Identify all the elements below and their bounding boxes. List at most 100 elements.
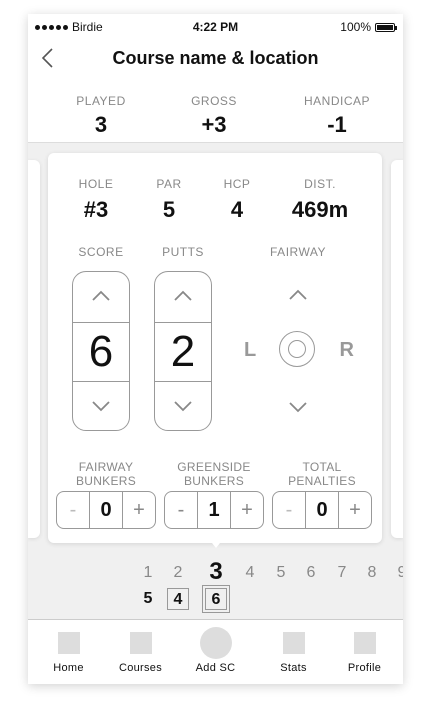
hole-score: 5 bbox=[143, 590, 153, 607]
putts-decrease-button[interactable] bbox=[155, 382, 211, 430]
hole-scores: 5 4 6 bbox=[28, 585, 403, 613]
hole-tab[interactable]: 1 bbox=[138, 564, 158, 582]
hcp-info: HCP 4 bbox=[214, 177, 260, 223]
chevron-down-icon bbox=[92, 401, 110, 412]
hole-tab[interactable]: 4 bbox=[240, 564, 260, 582]
label-line: TOTAL bbox=[302, 460, 342, 474]
previous-hole-card[interactable] bbox=[28, 160, 40, 538]
hole-score-double-bogey: 6 bbox=[202, 585, 230, 613]
hole-info: HOLE #3 bbox=[70, 177, 122, 223]
status-bar: Birdie 4:22 PM 100% bbox=[28, 14, 403, 38]
tab-profile[interactable]: Profile bbox=[327, 620, 402, 684]
tab-label: Profile bbox=[347, 662, 382, 674]
tab-courses[interactable]: Courses bbox=[103, 620, 178, 684]
fairway-short-button[interactable] bbox=[278, 387, 318, 427]
tab-add-scorecard[interactable]: Add SC bbox=[178, 620, 253, 684]
courses-icon bbox=[129, 632, 152, 654]
fairway-bunkers-label: FAIRWAY BUNKERS bbox=[56, 460, 156, 488]
score-label: SCORE bbox=[78, 245, 124, 259]
label-line: FAIRWAY bbox=[78, 460, 134, 474]
next-hole-card[interactable] bbox=[391, 160, 403, 538]
chevron-up-icon bbox=[92, 290, 110, 301]
tab-bar: Home Courses Add SC Stats Profile bbox=[28, 619, 403, 684]
chevron-down-icon bbox=[174, 401, 192, 412]
target-icon bbox=[288, 340, 306, 358]
hole-selector: 1 2 3 4 5 6 7 8 9 bbox=[28, 558, 403, 586]
score-stepper: 6 bbox=[72, 271, 130, 431]
home-icon bbox=[57, 632, 80, 654]
counter-value: 0 bbox=[316, 498, 328, 521]
putts-value: 2 bbox=[155, 322, 211, 382]
chevron-up-icon bbox=[174, 290, 192, 301]
fairway-left-button[interactable]: L bbox=[244, 339, 256, 362]
hole-tab[interactable]: 2 bbox=[168, 564, 188, 582]
hole-tab-active[interactable]: 3 bbox=[205, 558, 227, 586]
total-penalties-counter: - 0 + bbox=[272, 491, 372, 529]
hole-tab[interactable]: 9 bbox=[392, 564, 403, 582]
hcp-value: 4 bbox=[230, 197, 244, 222]
distance-info: DIST. 469m bbox=[280, 177, 360, 223]
fairway-long-button[interactable] bbox=[278, 275, 318, 315]
tab-label: Courses bbox=[118, 662, 163, 674]
hole-tab[interactable]: 7 bbox=[332, 564, 352, 582]
summary-handicap: HANDICAP -1 bbox=[282, 94, 392, 138]
greenside-bunkers-counter: - 1 + bbox=[164, 491, 264, 529]
tab-stats[interactable]: Stats bbox=[256, 620, 331, 684]
putts-label: PUTTS bbox=[162, 245, 204, 259]
chevron-up-icon bbox=[289, 289, 307, 300]
counter-value: 1 bbox=[208, 498, 220, 521]
putts-increase-button[interactable] bbox=[155, 272, 211, 320]
increment-button[interactable]: + bbox=[122, 492, 155, 528]
score-increase-button[interactable] bbox=[73, 272, 129, 320]
hole-tab[interactable]: 8 bbox=[362, 564, 382, 582]
summary-label: PLAYED bbox=[76, 94, 126, 108]
card-pointer bbox=[208, 538, 224, 548]
par-info: PAR 5 bbox=[146, 177, 192, 223]
label-line: PENALTIES bbox=[288, 474, 356, 488]
total-penalties-label: TOTAL PENALTIES bbox=[272, 460, 372, 488]
summary-value: +3 bbox=[201, 112, 227, 137]
distance-value: 469m bbox=[291, 197, 349, 222]
summary-gross: GROSS +3 bbox=[159, 94, 269, 138]
hcp-label: HCP bbox=[223, 177, 251, 191]
summary-label: HANDICAP bbox=[303, 94, 370, 108]
summary-value: -1 bbox=[327, 112, 347, 137]
fairway-label: FAIRWAY bbox=[270, 245, 326, 259]
fairway-right-button[interactable]: R bbox=[340, 339, 354, 362]
greenside-bunkers-label: GREENSIDE BUNKERS bbox=[164, 460, 264, 488]
tab-label: Home bbox=[53, 662, 84, 674]
profile-icon bbox=[353, 632, 376, 654]
score-decrease-button[interactable] bbox=[73, 382, 129, 430]
fairway-bunkers-counter: - 0 + bbox=[56, 491, 156, 529]
hole-score-bogey: 4 bbox=[167, 588, 189, 610]
increment-button[interactable]: + bbox=[230, 492, 263, 528]
page-title: Course name & location bbox=[112, 48, 319, 68]
tab-label: Stats bbox=[280, 662, 307, 674]
hole-tab[interactable]: 6 bbox=[301, 564, 321, 582]
label-line: BUNKERS bbox=[75, 474, 137, 488]
putts-stepper: 2 bbox=[154, 271, 212, 431]
battery-icon bbox=[375, 22, 397, 32]
score-value: 6 bbox=[73, 322, 129, 382]
fairway-hit-button[interactable] bbox=[279, 331, 315, 367]
battery-status: 100% bbox=[340, 20, 397, 34]
distance-label: DIST. bbox=[304, 177, 336, 191]
stats-icon bbox=[282, 632, 305, 654]
increment-button[interactable]: + bbox=[338, 492, 371, 528]
summary-value: 3 bbox=[94, 112, 108, 137]
hole-value: #3 bbox=[83, 197, 109, 222]
decrement-button[interactable]: - bbox=[273, 492, 306, 528]
phone-screen: Birdie 4:22 PM 100% Course name & locati… bbox=[28, 14, 403, 684]
hole-label: HOLE bbox=[78, 177, 114, 191]
counter-value: 0 bbox=[100, 498, 112, 521]
decrement-button[interactable]: - bbox=[57, 492, 90, 528]
battery-percent: 100% bbox=[340, 20, 371, 34]
decrement-button[interactable]: - bbox=[165, 492, 198, 528]
hole-tab[interactable]: 5 bbox=[271, 564, 291, 582]
fairway-selector: L R bbox=[238, 271, 358, 431]
tab-home[interactable]: Home bbox=[31, 620, 106, 684]
header: Course name & location PLAYED 3 GROSS +3… bbox=[28, 38, 403, 143]
hole-card: HOLE #3 PAR 5 HCP 4 DIST. 469m SCORE PUT… bbox=[48, 153, 382, 543]
chevron-down-icon bbox=[289, 402, 307, 413]
tab-label: Add SC bbox=[195, 662, 236, 674]
